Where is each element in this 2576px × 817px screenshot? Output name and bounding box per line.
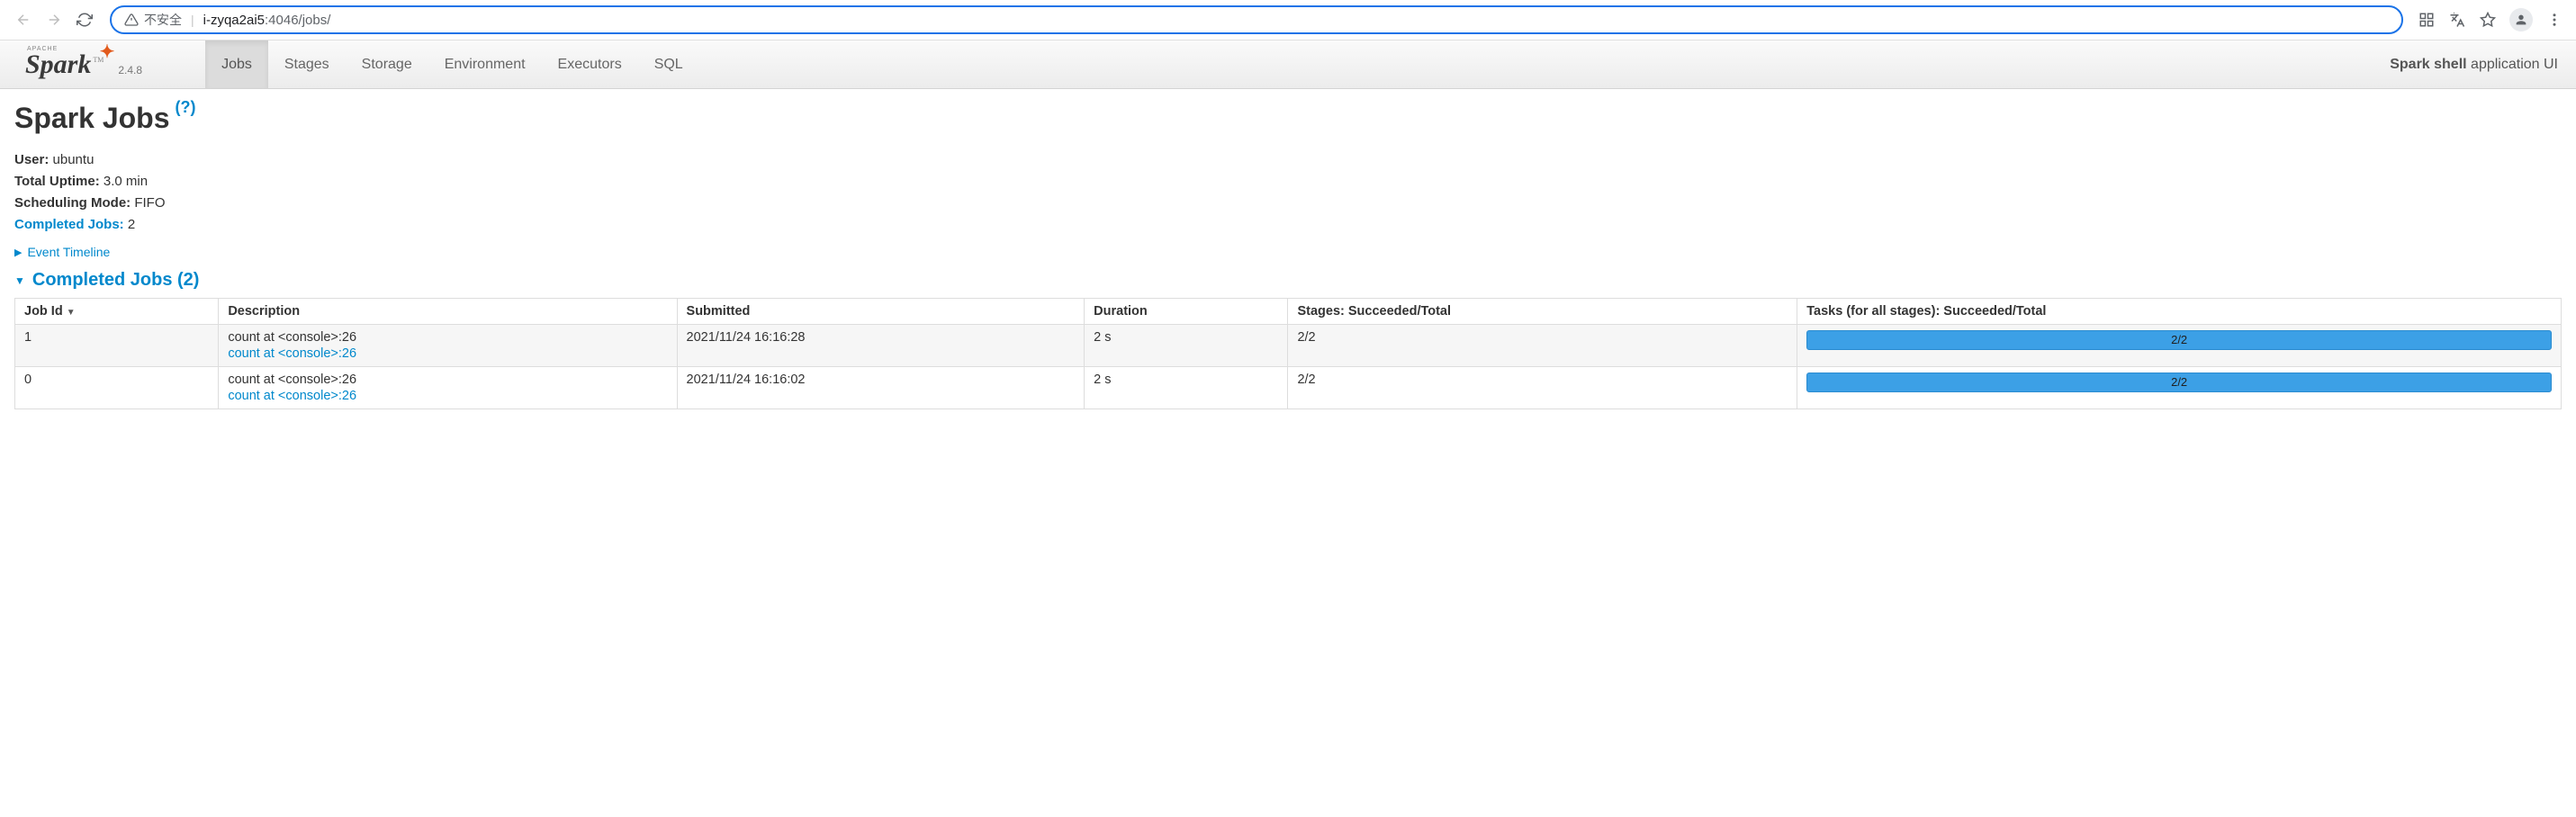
table-header-row: Job Id ▼ Description Submitted Duration S… <box>15 299 2562 325</box>
app-suffix: application UI <box>2471 57 2558 72</box>
chevron-right-icon: ▶ <box>14 247 22 258</box>
summary-user: User: ubuntu <box>14 149 2562 171</box>
col-header-submitted[interactable]: Submitted <box>677 299 1085 325</box>
tab-stages[interactable]: Stages <box>268 40 346 88</box>
translate-icon[interactable] <box>2448 11 2466 29</box>
insecure-label: 不安全 <box>144 11 182 29</box>
col-header-jobid[interactable]: Job Id ▼ <box>15 299 219 325</box>
desc-text: count at <console>:26 <box>228 330 356 345</box>
cell-duration: 2 s <box>1085 367 1288 409</box>
event-timeline-toggle[interactable]: ▶ Event Timeline <box>14 245 2562 259</box>
brand-tm: TM <box>93 56 104 64</box>
help-link[interactable]: (?) <box>176 98 196 117</box>
col-header-description[interactable]: Description <box>219 299 677 325</box>
qr-icon[interactable] <box>2418 11 2436 29</box>
completed-label: Completed Jobs: <box>14 217 124 232</box>
completed-jobs-header[interactable]: ▼ Completed Jobs (2) <box>14 270 2562 291</box>
page-title: Spark Jobs (?) <box>14 102 2562 135</box>
url-text: i-zyqa2ai5:4046/jobs/ <box>203 13 331 28</box>
spark-logo: APACHE Spark✦TM <box>25 49 102 80</box>
completed-jobs-link[interactable]: Completed Jobs: <box>14 217 124 232</box>
user-label: User: <box>14 152 49 167</box>
cell-submitted: 2021/11/24 16:16:02 <box>677 367 1085 409</box>
progress-label: 2/2 <box>1806 373 2552 392</box>
col-header-stages[interactable]: Stages: Succeeded/Total <box>1288 299 1797 325</box>
url-path: :4046/jobs/ <box>265 13 330 28</box>
address-bar[interactable]: 不安全 | i-zyqa2ai5:4046/jobs/ <box>110 5 2403 34</box>
forward-button[interactable] <box>45 11 63 29</box>
cell-description: count at <console>:26 count at <console>… <box>219 325 677 367</box>
reload-button[interactable] <box>76 11 94 29</box>
url-host: i-zyqa2ai5 <box>203 13 265 28</box>
summary-uptime: Total Uptime: 3.0 min <box>14 171 2562 193</box>
spark-navbar: APACHE Spark✦TM 2.4.8 Jobs Stages Storag… <box>0 40 2576 89</box>
tab-sql[interactable]: SQL <box>638 40 699 88</box>
kebab-menu-icon[interactable] <box>2545 11 2563 29</box>
back-button[interactable] <box>14 11 32 29</box>
chrome-actions <box>2414 8 2567 31</box>
tab-storage[interactable]: Storage <box>346 40 428 88</box>
browser-nav-buttons <box>9 11 99 29</box>
brand-version: 2.4.8 <box>118 64 142 76</box>
cell-stages: 2/2 <box>1288 325 1797 367</box>
completed-value: 2 <box>128 217 135 232</box>
cell-duration: 2 s <box>1085 325 1288 367</box>
progress-bar-wrap: 2/2 <box>1806 330 2552 350</box>
desc-link[interactable]: count at <console>:26 <box>228 389 667 403</box>
summary-completed: Completed Jobs: 2 <box>14 214 2562 236</box>
summary-list: User: ubuntu Total Uptime: 3.0 min Sched… <box>14 149 2562 236</box>
table-row: 0 count at <console>:26 count at <consol… <box>15 367 2562 409</box>
tab-executors[interactable]: Executors <box>542 40 638 88</box>
progress-label: 2/2 <box>1806 330 2552 350</box>
cell-submitted: 2021/11/24 16:16:28 <box>677 325 1085 367</box>
app-name: Spark shell <box>2390 57 2466 72</box>
desc-link[interactable]: count at <console>:26 <box>228 346 667 361</box>
cell-description: count at <console>:26 count at <console>… <box>219 367 677 409</box>
profile-avatar[interactable] <box>2509 8 2533 31</box>
desc-text: count at <console>:26 <box>228 373 356 387</box>
cell-stages: 2/2 <box>1288 367 1797 409</box>
uptime-label: Total Uptime: <box>14 174 100 189</box>
chevron-down-icon: ▼ <box>14 274 25 287</box>
brand-apache: APACHE <box>27 46 58 52</box>
cell-tasks: 2/2 <box>1797 367 2562 409</box>
cell-tasks: 2/2 <box>1797 325 2562 367</box>
progress-bar-wrap: 2/2 <box>1806 373 2552 392</box>
nav-tabs: Jobs Stages Storage Environment Executor… <box>205 40 699 88</box>
brand-name: Spark <box>25 49 91 79</box>
user-value: ubuntu <box>53 152 95 167</box>
warning-icon <box>124 13 139 27</box>
sort-desc-icon: ▼ <box>67 308 76 318</box>
tab-jobs[interactable]: Jobs <box>205 40 268 88</box>
cell-jobid: 0 <box>15 367 219 409</box>
browser-chrome: 不安全 | i-zyqa2ai5:4046/jobs/ <box>0 0 2576 40</box>
uptime-value: 3.0 min <box>104 174 148 189</box>
url-separator: | <box>191 13 194 27</box>
header-jobid-text: Job Id <box>24 304 63 319</box>
brand[interactable]: APACHE Spark✦TM 2.4.8 <box>25 49 142 80</box>
summary-scheduling: Scheduling Mode: FIFO <box>14 193 2562 214</box>
cell-jobid: 1 <box>15 325 219 367</box>
page-title-text: Spark Jobs <box>14 102 170 135</box>
insecure-warning[interactable]: 不安全 <box>124 11 182 29</box>
app-name-label: Spark shell application UI <box>2390 57 2576 73</box>
completed-jobs-table: Job Id ▼ Description Submitted Duration S… <box>14 298 2562 409</box>
event-timeline-label: Event Timeline <box>27 245 110 259</box>
col-header-duration[interactable]: Duration <box>1085 299 1288 325</box>
scheduling-value: FIFO <box>134 195 165 211</box>
scheduling-label: Scheduling Mode: <box>14 195 131 211</box>
content: Spark Jobs (?) User: ubuntu Total Uptime… <box>0 89 2576 422</box>
table-row: 1 count at <console>:26 count at <consol… <box>15 325 2562 367</box>
bookmark-star-icon[interactable] <box>2479 11 2497 29</box>
col-header-tasks[interactable]: Tasks (for all stages): Succeeded/Total <box>1797 299 2562 325</box>
completed-jobs-title: Completed Jobs (2) <box>32 270 200 291</box>
tab-environment[interactable]: Environment <box>428 40 542 88</box>
